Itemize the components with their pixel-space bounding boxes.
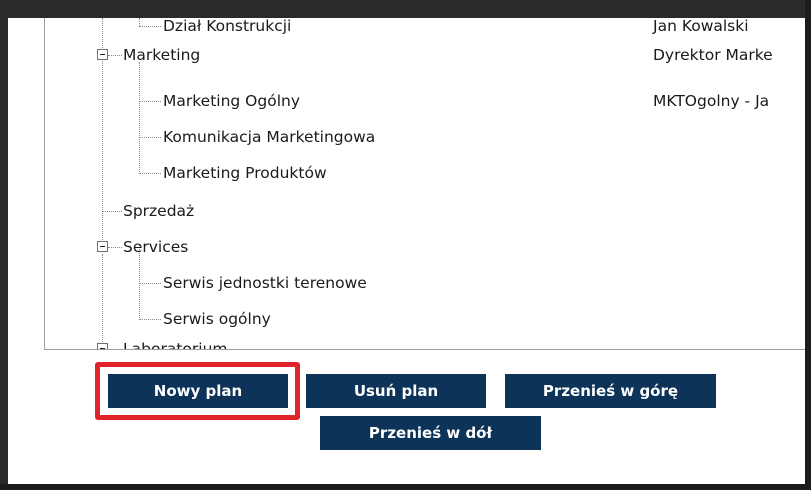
tree-node-komunikacja-marketingowa[interactable]: Komunikacja Marketingowa [163,122,375,152]
org-tree: Dział Konstrukcji Jan Kowalski Marketing… [44,18,805,350]
move-down-button[interactable]: Przenieś w dół [320,416,541,450]
tree-connector [139,18,140,26]
collapse-icon[interactable] [97,241,108,252]
tree-node-marketing-produktow[interactable]: Marketing Produktów [163,158,327,188]
window-frame: Dział Konstrukcji Jan Kowalski Marketing… [0,0,805,484]
tree-node-laboratorium[interactable]: Laboratorium [123,334,228,349]
tree-node-services[interactable]: Services [123,232,188,262]
move-up-button[interactable]: Przenieś w górę [505,374,716,408]
tree-node-marketing-ogolny[interactable]: Marketing Ogólny [163,86,300,116]
tree-node-sprzedaz[interactable]: Sprzedaż [123,196,194,226]
new-plan-button[interactable]: Nowy plan [108,374,288,408]
tree-connector [139,319,161,320]
tree-connector [139,101,161,102]
content-area: Dział Konstrukcji Jan Kowalski Marketing… [8,18,805,484]
collapse-icon[interactable] [97,49,108,60]
tree-node-dzial-konstrukcji[interactable]: Dział Konstrukcji [163,18,291,41]
tree-connector [139,62,140,174]
tree-node-description: Jan Kowalski [653,18,749,35]
tree-connector [102,211,122,212]
collapse-icon[interactable] [97,343,108,349]
tree-node-description: MKTOgolny - Ja [653,92,770,110]
tree-connector [139,173,161,174]
tree-connector [139,137,161,138]
tree-connector [108,247,122,248]
tree-connector [139,26,161,27]
tree-node-description: Dyrektor Marke [653,46,773,64]
tree-node-serwis-jednostki-terenowe[interactable]: Serwis jednostki terenowe [163,268,367,298]
tree-connector [139,283,161,284]
tree-node-marketing[interactable]: Marketing [123,40,200,70]
delete-plan-button[interactable]: Usuń plan [306,374,486,408]
tree-node-serwis-ogolny[interactable]: Serwis ogólny [163,304,271,334]
tree-connector [108,55,122,56]
tree-connector [102,254,103,344]
